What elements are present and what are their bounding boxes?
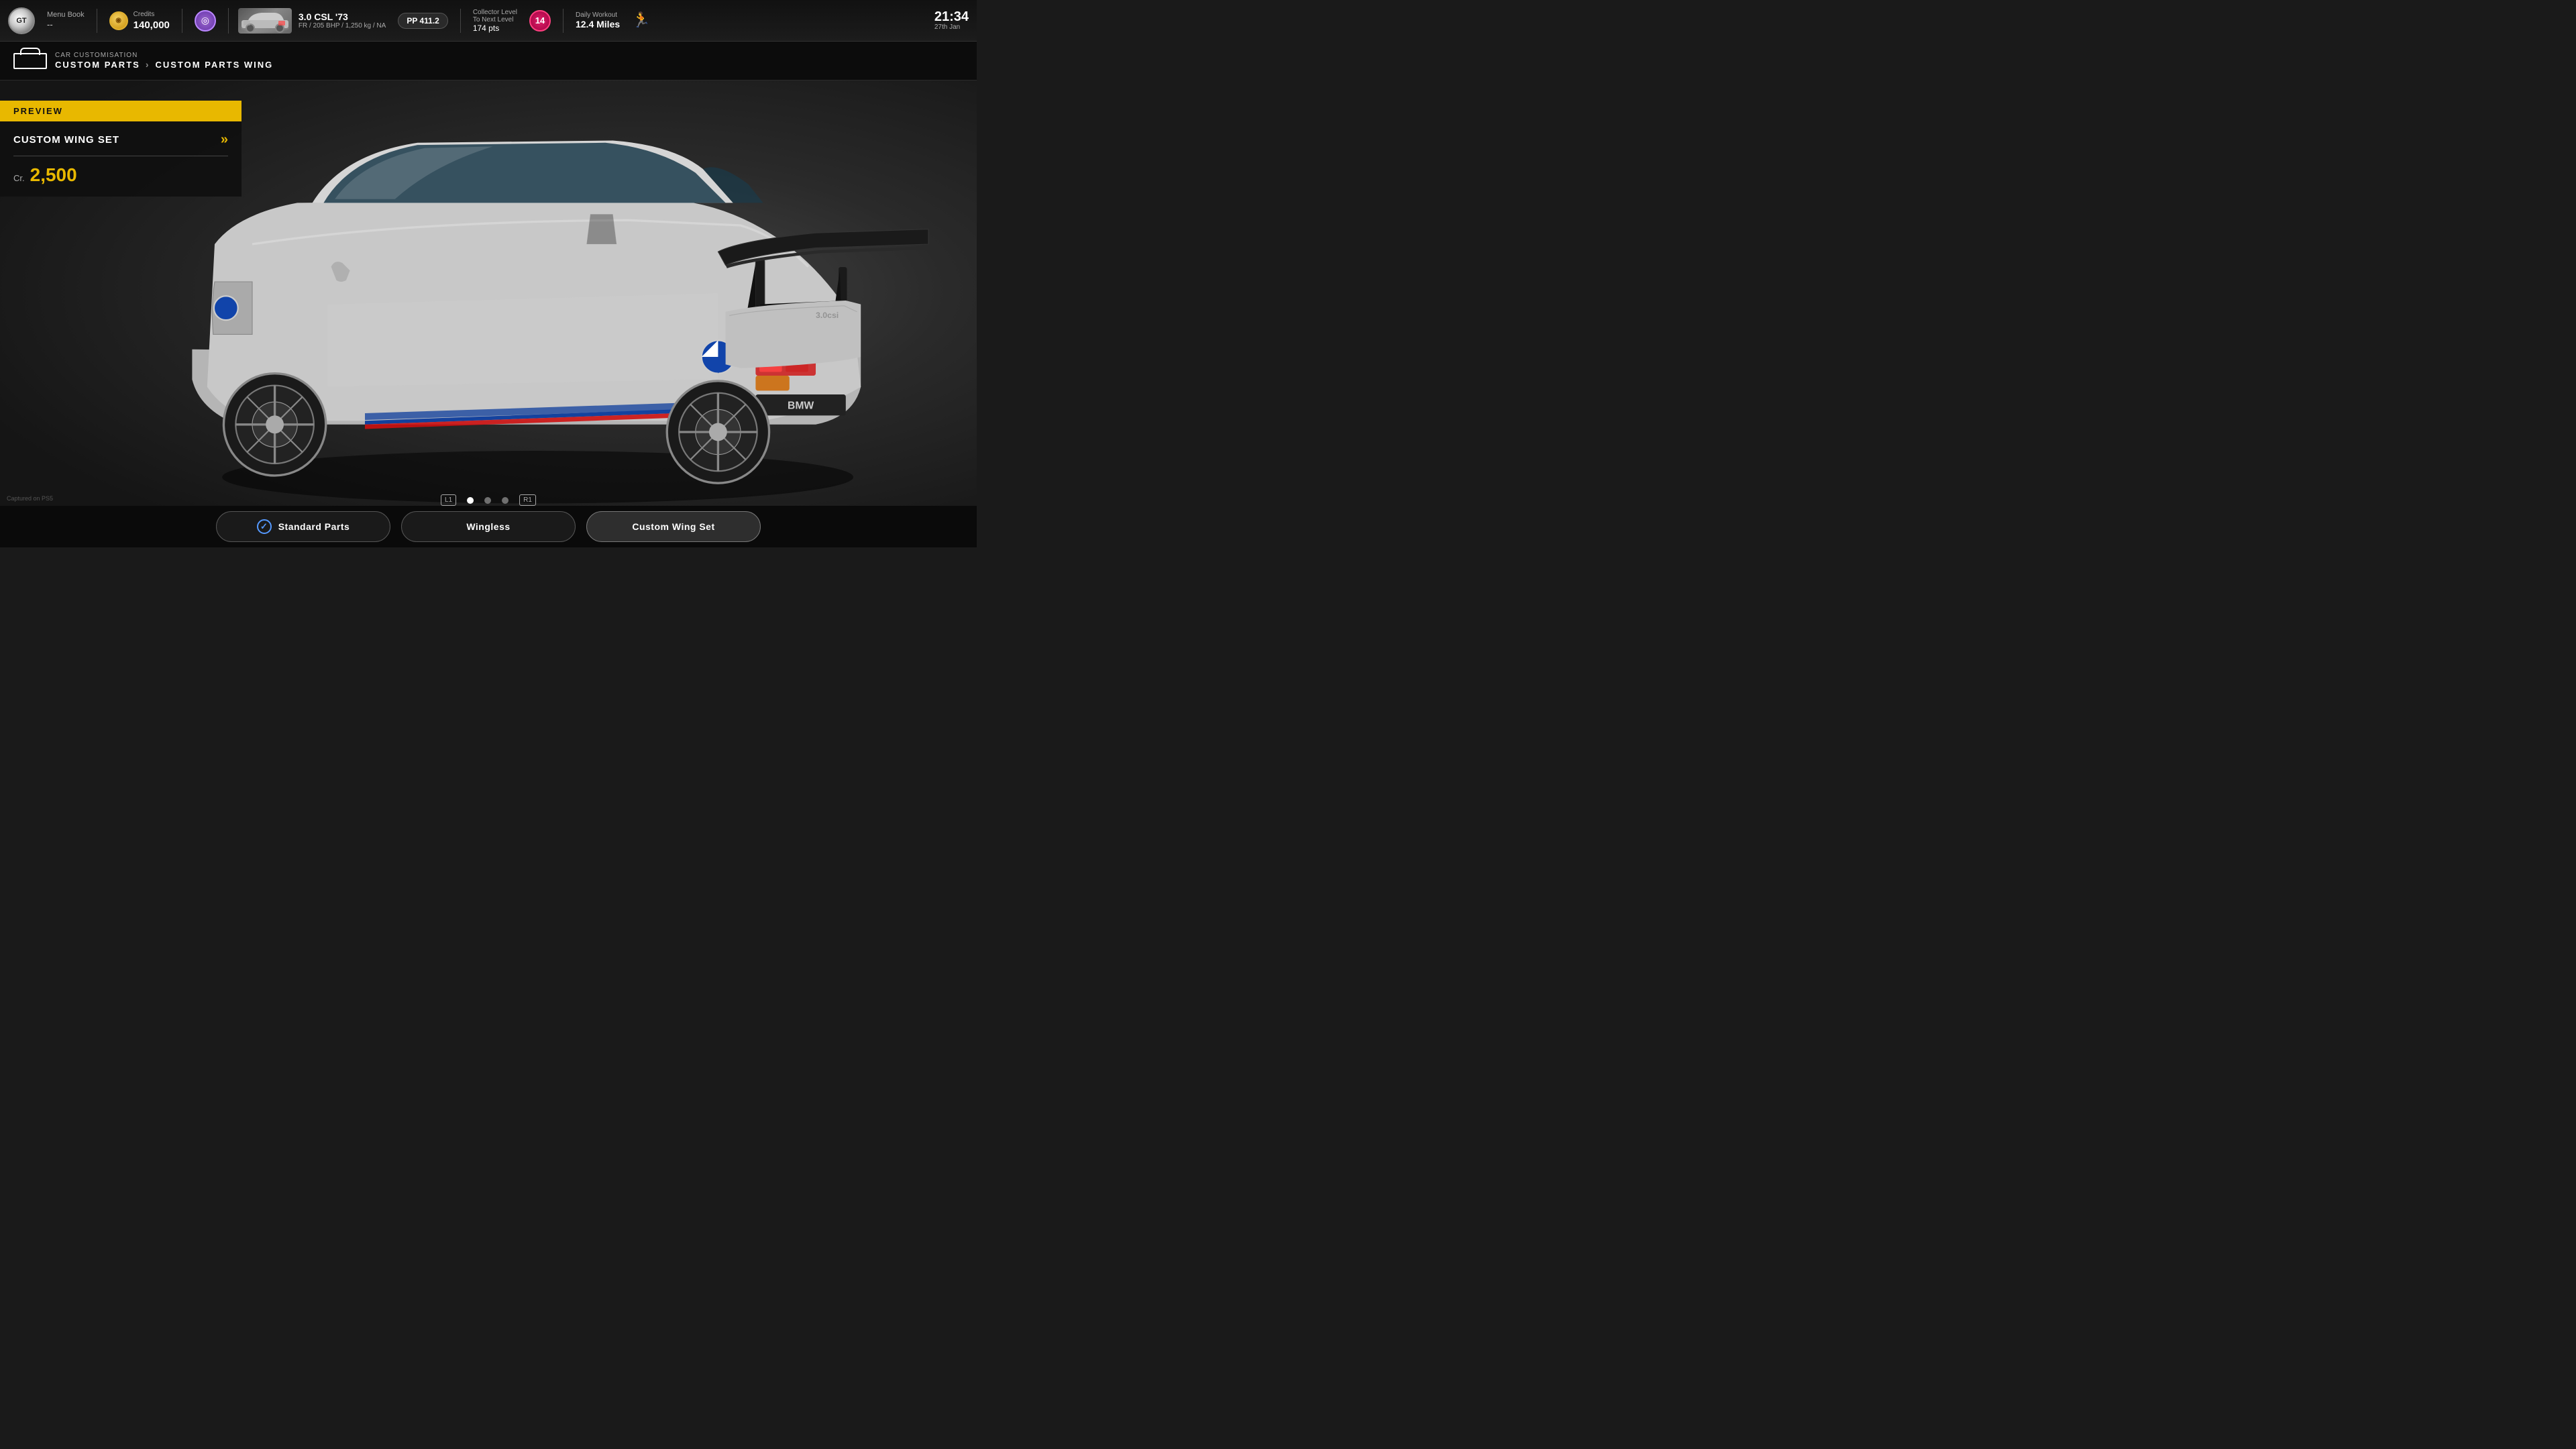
svg-text:BMW: BMW [788, 400, 814, 411]
credits-icon: ◉ [109, 11, 128, 30]
svg-text:3.0csi: 3.0csi [816, 311, 839, 320]
divider-3 [460, 9, 461, 33]
r1-button[interactable]: R1 [519, 494, 536, 506]
divider-4 [563, 9, 564, 33]
breadcrumb-parts: CUSTOM PARTS [55, 60, 140, 70]
dot-3[interactable] [502, 497, 508, 504]
preview-content: CUSTOM WING SET » Cr. 2,500 [0, 121, 241, 197]
collector-pts: 174 pts [473, 23, 517, 33]
breadcrumb-section: CAR CUSTOMISATION CUSTOM PARTS › CUSTOM … [55, 52, 273, 70]
collector-next-label: To Next Level [473, 16, 517, 23]
car-section: 3.0 CSL '73 FR / 205 BHP / 1,250 kg / NA [228, 8, 386, 34]
breadcrumb-arrow: › [146, 59, 150, 70]
price-label: Cr. [13, 173, 25, 183]
time-date: 27th Jan [934, 23, 969, 31]
preview-panel: PREVIEW CUSTOM WING SET » Cr. 2,500 [0, 101, 241, 197]
credits-amount: 140,000 [133, 19, 170, 31]
preview-banner: PREVIEW [0, 101, 241, 121]
breadcrumb-bar: CAR CUSTOMISATION CUSTOM PARTS › CUSTOM … [0, 42, 977, 80]
time-section: 21:34 27th Jan [934, 10, 969, 31]
menu-book-section: Menu Book -- [47, 11, 85, 30]
l1-button[interactable]: L1 [441, 494, 456, 506]
pp-badge: PP 411.2 [398, 13, 448, 29]
standard-parts-button[interactable]: ✓ Standard Parts [216, 511, 390, 542]
topbar: GT Menu Book -- ◉ Credits 140,000 ◎ 3.0 [0, 0, 977, 42]
car-icon-small [13, 53, 47, 69]
chevron-double-icon: » [221, 132, 228, 148]
custom-wing-set-button[interactable]: Custom Wing Set [586, 511, 761, 542]
captured-text: Captured on PS5 [7, 495, 53, 502]
credits-label: Credits [133, 11, 170, 18]
car-thumbnail [238, 8, 292, 34]
dots-row: L1 R1 [441, 494, 536, 506]
time-value: 21:34 [934, 10, 969, 23]
collector-level-label: Collector Level [473, 9, 517, 16]
price-value: 2,500 [30, 164, 77, 186]
workout-section: Daily Workout 12.4 Miles [576, 11, 620, 30]
car-info: 3.0 CSL '73 FR / 205 BHP / 1,250 kg / NA [299, 11, 386, 30]
car-name: 3.0 CSL '73 [299, 11, 386, 22]
credits-col: Credits 140,000 [133, 11, 170, 31]
wingless-button[interactable]: Wingless [401, 511, 576, 542]
menu-book-value: -- [47, 19, 85, 30]
wing-set-row: CUSTOM WING SET » [13, 132, 228, 156]
workout-label: Daily Workout [576, 11, 620, 19]
credits-section: ◉ Credits 140,000 [109, 11, 170, 31]
standard-parts-label: Standard Parts [278, 521, 350, 532]
workout-miles: 12.4 Miles [576, 19, 620, 30]
level-badge: 14 [529, 10, 551, 32]
wing-set-title: CUSTOM WING SET [13, 134, 119, 146]
wingless-label: Wingless [466, 521, 510, 532]
custom-wing-set-label: Custom Wing Set [632, 521, 714, 532]
bottom-buttons: ✓ Standard Parts Wingless Custom Wing Se… [0, 506, 977, 547]
price-row: Cr. 2,500 [13, 164, 228, 186]
dot-1[interactable] [467, 497, 474, 504]
check-icon: ✓ [257, 519, 272, 534]
breadcrumb-main: CUSTOM PARTS › CUSTOM PARTS WING [55, 59, 273, 70]
main-scene: BMW [0, 80, 977, 547]
breadcrumb-sub: CAR CUSTOMISATION [55, 52, 273, 59]
gt-logo: GT [8, 7, 35, 34]
dot-2[interactable] [484, 497, 491, 504]
collector-section: Collector Level To Next Level 174 pts [473, 9, 517, 33]
menu-book-label: Menu Book [47, 11, 85, 19]
run-icon: 🏃 [632, 11, 651, 30]
network-icon: ◎ [195, 10, 216, 32]
breadcrumb-wing: CUSTOM PARTS WING [155, 60, 273, 70]
car-specs: FR / 205 BHP / 1,250 kg / NA [299, 22, 386, 30]
